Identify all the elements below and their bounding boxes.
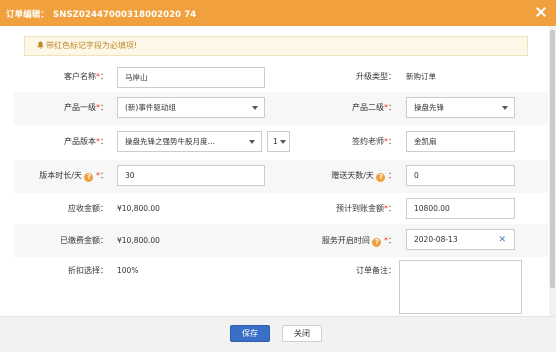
order-number: SNSZ02447000318002020 74: [53, 10, 197, 20]
required-mark: *: [384, 236, 388, 245]
service-start-time-label: 服务开启时间 ? *：: [321, 236, 396, 247]
service-start-time-label-text: 服务开启时间: [321, 236, 370, 245]
product-level2-value: 操盘先锋: [414, 103, 444, 112]
dialog-titlebar: 订单编辑： SNSZ02447000318002020 74: [0, 0, 556, 26]
close-button[interactable]: 关闭: [282, 325, 322, 342]
discount-value: 100%: [117, 266, 139, 275]
clear-icon[interactable]: ✕: [498, 235, 506, 245]
product-level2-label: 产品二级*：: [352, 103, 396, 112]
help-icon[interactable]: ?: [84, 173, 94, 182]
product-version-label-text: 产品版本: [64, 137, 96, 146]
gift-days-input[interactable]: 0: [406, 165, 515, 186]
chevron-down-icon: [502, 106, 508, 110]
required-mark: *: [384, 103, 388, 112]
upgrade-type-label: 升级类型：: [356, 72, 396, 81]
close-icon[interactable]: [535, 6, 547, 18]
product-version-qty-select[interactable]: 1: [267, 131, 290, 152]
gift-days-label: 赠送天数/天 ? ：: [331, 171, 396, 182]
version-duration-label: 版本时长/天 ? *：: [39, 171, 108, 182]
help-icon[interactable]: ?: [372, 238, 382, 247]
dialog-title: 订单编辑： SNSZ02447000318002020 74: [6, 8, 196, 20]
receivable-amount-value: ¥10,800.00: [117, 204, 160, 213]
chevron-down-icon: [249, 140, 255, 144]
customer-name-label-text: 客户名称: [64, 72, 96, 81]
discount-label: 折扣选择：: [68, 266, 108, 275]
product-version-value: 操盘先锋之强势牛股月度…: [125, 137, 215, 146]
upgrade-type-value: 新购订单: [406, 72, 436, 81]
required-mark: *: [96, 103, 100, 112]
expected-arrival-amount-input[interactable]: 10800.00: [406, 198, 515, 219]
product-level1-label-text: 产品一级: [64, 103, 96, 112]
required-mark: *: [384, 204, 388, 213]
dialog-title-prefix: 订单编辑：: [6, 10, 50, 20]
dialog-footer: 保存 关闭: [0, 316, 556, 352]
expected-arrival-amount-label-text: 预计到账金额: [336, 204, 384, 213]
scrollbar-thumb[interactable]: [550, 30, 555, 288]
product-version-label: 产品版本*：: [64, 137, 108, 146]
order-remark-textarea[interactable]: [399, 260, 522, 314]
signing-teacher-label-text: 签约老师: [352, 137, 384, 146]
required-mark: *: [96, 171, 100, 180]
service-start-time-input[interactable]: 2020-08-13 ✕: [406, 229, 515, 250]
product-level2-select[interactable]: 操盘先锋: [406, 97, 515, 118]
scrollbar[interactable]: [549, 26, 556, 316]
product-version-select[interactable]: 操盘先锋之强势牛股月度…: [117, 131, 262, 152]
paid-amount-label: 已缴费金额：: [60, 236, 108, 245]
order-remark-label: 订单备注：: [356, 266, 396, 275]
save-button[interactable]: 保存: [230, 325, 270, 342]
customer-name-label: 客户名称*：: [64, 72, 108, 81]
required-mark: *: [96, 72, 100, 81]
help-icon[interactable]: ?: [376, 173, 386, 182]
version-duration-input[interactable]: 30: [117, 165, 265, 186]
product-level2-label-text: 产品二级: [352, 103, 384, 112]
required-mark: *: [384, 137, 388, 146]
product-level1-label: 产品一级*：: [64, 103, 108, 112]
gift-days-label-text: 赠送天数/天: [331, 171, 374, 180]
customer-name-input[interactable]: 马岸山: [117, 67, 265, 88]
service-start-time-value: 2020-08-13: [414, 235, 458, 244]
receivable-amount-label: 应收金额：: [68, 204, 108, 213]
signing-teacher-input[interactable]: 金凯扇: [406, 131, 515, 152]
product-level1-value: (新)事件驱动组: [125, 103, 176, 112]
chevron-down-icon: [280, 140, 286, 144]
bell-icon: [37, 41, 44, 49]
version-duration-label-text: 版本时长/天: [39, 171, 82, 180]
expected-arrival-amount-label: 预计到账金额*：: [336, 204, 396, 213]
signing-teacher-label: 签约老师*：: [352, 137, 396, 146]
required-notice-text: 带红色标记字段为必填项!: [46, 41, 138, 50]
product-version-qty: 1: [273, 137, 278, 146]
required-notice: 带红色标记字段为必填项!: [24, 36, 528, 56]
required-mark: *: [96, 137, 100, 146]
paid-amount-value: ¥10,800.00: [117, 236, 160, 245]
product-level1-select[interactable]: (新)事件驱动组: [117, 97, 265, 118]
chevron-down-icon: [252, 106, 258, 110]
